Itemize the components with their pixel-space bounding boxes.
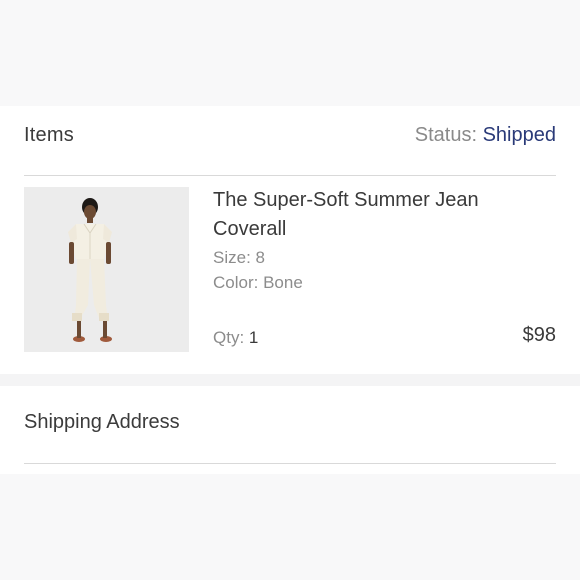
- section-gap: [0, 374, 580, 386]
- bottom-background: [0, 474, 580, 580]
- product-size: Size: 8: [213, 248, 265, 267]
- items-card: Items Status: Shipped The Super-Soft Sum…: [0, 106, 580, 374]
- status-label: Status:: [414, 124, 478, 146]
- top-background: [0, 0, 580, 106]
- order-status: Status: Shipped: [415, 124, 556, 147]
- items-divider: [24, 175, 556, 176]
- product-price: $98: [522, 324, 556, 346]
- shipping-card: Shipping Address: [0, 386, 580, 474]
- shipping-address-heading: Shipping Address: [24, 411, 180, 433]
- shipping-divider: [24, 463, 556, 464]
- order-detail-page: Items Status: Shipped The Super-Soft Sum…: [0, 0, 580, 580]
- product-quantity: Qty: 1: [213, 328, 258, 348]
- qty-label: Qty:: [213, 328, 245, 347]
- model-coverall-icon: [24, 187, 189, 352]
- product-name[interactable]: The Super-Soft Summer Jean Coverall: [213, 186, 513, 244]
- product-color: Color: Bone: [213, 273, 303, 292]
- qty-value: 1: [248, 328, 259, 347]
- items-heading: Items: [24, 124, 74, 146]
- product-image[interactable]: [24, 187, 189, 352]
- status-value: Shipped: [482, 124, 556, 146]
